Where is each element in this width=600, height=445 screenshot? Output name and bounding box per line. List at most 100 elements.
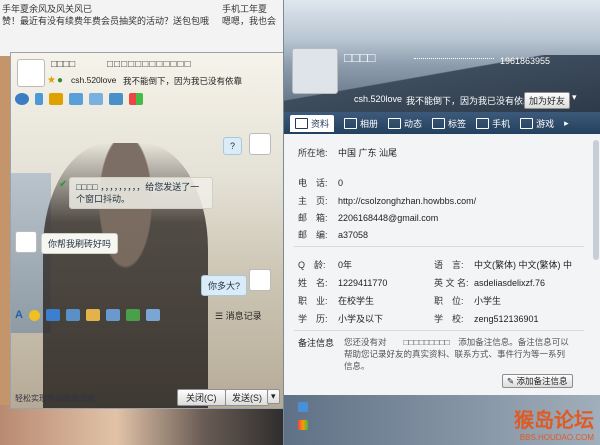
app-icon[interactable] [298,420,308,430]
avatar [15,231,37,253]
job-label: 职 业: [298,296,328,306]
phone-icon [476,117,490,129]
note-label: 备注信息 [298,338,335,348]
email-label: 邮 箱: [298,213,328,223]
background-strip [0,56,10,445]
system-message: □□□□ ，，，，，，，，，给您发送了一个窗口抖动。 [69,177,213,209]
profile-window: □□□□ 1961863955 csh.520love 我不能倒下，因为我已没有… [283,0,600,445]
share-icon[interactable] [89,93,103,105]
shake-icon: ✔ [59,179,68,190]
status-icon: ● [57,75,64,86]
app-icon[interactable] [298,402,308,412]
note-text: 您还没有对 □□□□□□□□□ 添加备注信息。备注信息可以帮助您记录好友的真实资… [344,337,569,371]
message-bubble: ? [223,137,243,155]
school-value: zeng512136901 [474,314,539,324]
avatar[interactable] [17,59,45,87]
tab-feed[interactable]: 动态 [388,117,422,130]
education-label: 学 历: [298,314,328,324]
screenshot-icon[interactable] [65,309,80,321]
homepage-link[interactable]: http://csolzonghzhan.howbbs.com/ [338,196,476,206]
add-note-button[interactable]: ✎ 添加备注信息 [502,374,573,388]
education-value: 小学及以下 [338,314,384,324]
divider [294,330,584,331]
watermark-title: 猴岛论坛 [514,408,594,432]
profile-account: csh.520love [354,94,403,104]
tab-profile[interactable]: 资料 [290,114,335,132]
background-text: 嗯嗯，我也会 [222,16,277,26]
job-value: 在校学生 [338,296,375,306]
realname-value: 1229411770 [338,278,388,288]
folder-icon[interactable] [49,93,63,105]
chat-title-tail: □□□□□□□□□□□□ [107,59,192,70]
apps-grid-icon[interactable] [129,93,143,105]
english-name-label: 英 文 名: [434,278,469,288]
profile-name-dots [414,58,494,59]
tag-icon [432,117,446,129]
profile-name: □□□□ [344,50,376,65]
edit-icon: ✎ [507,376,515,386]
age-label: Q 龄: [298,260,326,270]
watermark: 猴岛论坛 BBS.HOUDAO.COM [514,404,594,442]
background-photo [0,405,290,445]
send-options-button[interactable]: ▾ [267,389,280,404]
message-bubble: 你帮我刷砖好吗 [41,233,119,254]
homepage-label: 主 页: [298,196,328,206]
mobile-tip[interactable]: 轻松实现移动网络流量 [15,393,95,404]
location-value: 中国 广东 汕尾 [338,148,398,158]
tabs-scroll-right[interactable]: ▸ [564,118,569,129]
close-button[interactable]: 关闭(C) [177,389,226,406]
chat-account: csh.520love [71,75,117,85]
message-bubble: 你多大? [201,275,248,296]
age-value: 0年 [338,260,353,270]
phone-value: 0 [338,178,344,188]
tab-games[interactable]: 游戏 [520,117,554,130]
history-button[interactable]: ☰ 消息记录 [215,309,262,322]
qq-number: 1961863955 [500,56,551,66]
profile-tabs: 资料 相册 动态 标签 手机 游戏 ▸ [284,112,600,134]
font-icon[interactable]: A [15,309,23,321]
email-value: 2206168448@gmail.com [338,213,439,223]
tab-mobile[interactable]: 手机 [476,117,510,130]
file-icon[interactable] [105,309,120,321]
microphone-icon[interactable] [35,93,43,105]
input-toolbar: A [15,309,160,321]
language-label: 语 言: [434,260,464,270]
camera-icon[interactable] [15,93,29,105]
tab-album[interactable]: 相册 [344,117,378,130]
phone-label: 电 话: [298,178,328,188]
star-icon: ★ [47,75,56,86]
feed-icon [388,117,402,129]
profile-icon [295,117,308,129]
emoji-icon[interactable] [28,309,40,321]
chevron-down-icon: ▾ [271,391,276,401]
realname-label: 姓 名: [298,278,328,288]
english-name-value: asdeliasdelixzf.76 [474,278,546,288]
location-label: 所在地: [298,148,328,158]
tab-tags[interactable]: 标签 [432,117,466,130]
chevron-right-icon: ▸ [564,117,569,128]
image-icon[interactable] [125,309,140,321]
school-label: 学 校: [434,314,464,324]
add-friend-button[interactable]: 加为好友 [524,92,571,109]
album-icon [344,117,358,129]
more-icon[interactable] [145,309,160,321]
zip-value: a37058 [338,230,369,240]
chat-title-name: □□□□ [51,59,76,70]
language-value: 中文(繁体) 中文(繁体) 中 [474,260,572,270]
send-button[interactable]: 发送(S) [225,389,269,406]
avatar [249,269,271,291]
divider [294,246,584,247]
watermark-url: BBS.HOUDAO.COM [519,433,594,442]
background-text: 赞！最近有没有续费年费会员抽奖的活动？送包包哦 [2,16,210,26]
download-icon[interactable] [45,309,60,321]
app-icon[interactable] [109,93,123,105]
chat-status-message: 我不能倒下，因为我已没有依靠 [123,76,243,86]
profile-avatar[interactable] [292,48,338,94]
chevron-down-icon[interactable]: ▾ [572,92,577,103]
avatar [249,133,271,155]
music-icon[interactable] [85,309,100,321]
position-label: 职 位: [434,296,464,306]
screen-icon[interactable] [69,93,83,105]
position-value: 小学生 [474,296,502,306]
profile-scrollbar[interactable] [593,140,599,260]
